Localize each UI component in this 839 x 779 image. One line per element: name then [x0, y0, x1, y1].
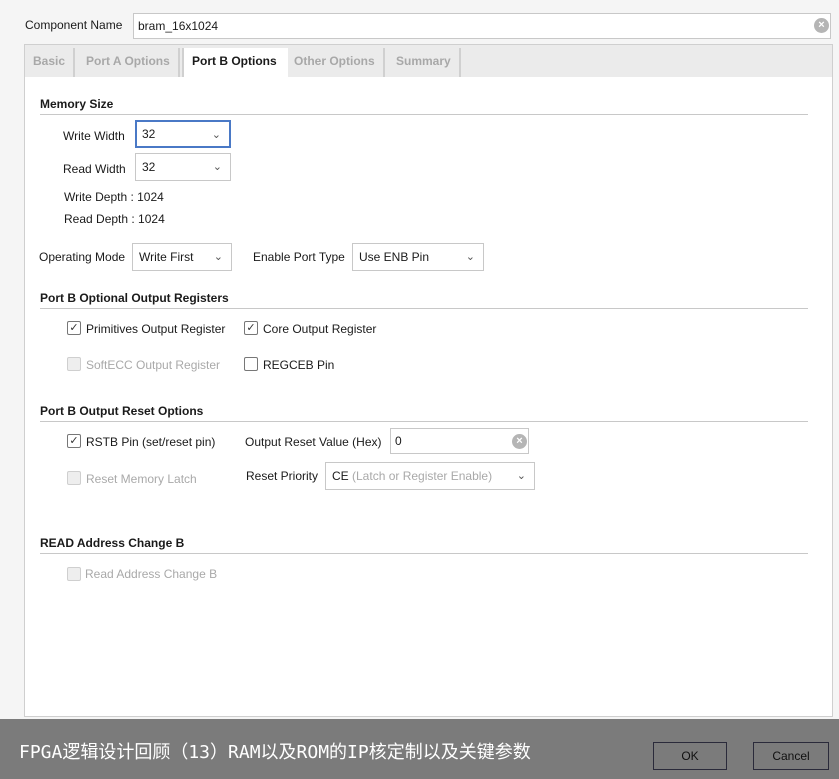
tab-summary[interactable]: Summary — [388, 48, 461, 77]
options-panel: Basic Port A Options Port B Options Othe… — [24, 44, 833, 717]
regceb-pin-label: REGCEB Pin — [263, 358, 335, 372]
tab-bar: Basic Port A Options Port B Options Othe… — [25, 45, 832, 77]
section-reset-options: Port B Output Reset Options — [40, 404, 808, 422]
output-reset-value: 0 — [395, 434, 402, 448]
chevron-down-icon: ⌄ — [465, 251, 475, 263]
section-read-address-change: READ Address Change B — [40, 536, 808, 554]
primitives-output-register-checkbox[interactable]: ✓ — [67, 321, 81, 335]
reset-priority-value: CE — [332, 469, 349, 483]
reset-priority-select[interactable]: CE (Latch or Register Enable) ⌄ — [325, 462, 535, 490]
reset-memory-latch-label: Reset Memory Latch — [86, 472, 197, 486]
core-output-register-checkbox[interactable]: ✓ — [244, 321, 258, 335]
read-width-select[interactable]: 32 ⌄ — [135, 153, 231, 181]
section-memory-size: Memory Size — [40, 97, 808, 115]
chevron-down-icon: ⌄ — [516, 470, 526, 482]
operating-mode-value: Write First — [139, 250, 194, 264]
component-name-value: bram_16x1024 — [138, 19, 219, 33]
cancel-button[interactable]: Cancel — [753, 742, 829, 770]
enable-port-type-select[interactable]: Use ENB Pin ⌄ — [352, 243, 484, 271]
reset-priority-label: Reset Priority — [246, 469, 319, 483]
chevron-down-icon: ⌄ — [211, 129, 221, 141]
softecc-output-register-label: SoftECC Output Register — [86, 358, 221, 372]
core-output-register-label: Core Output Register — [263, 322, 377, 336]
clear-icon[interactable]: × — [512, 434, 527, 449]
enable-port-type-label: Enable Port Type — [253, 250, 345, 264]
clear-icon[interactable]: × — [814, 18, 829, 33]
read-depth: Read Depth : 1024 — [64, 212, 165, 226]
read-address-change-label: Read Address Change B — [85, 567, 218, 581]
enable-port-type-value: Use ENB Pin — [359, 250, 430, 264]
read-address-change-checkbox[interactable] — [67, 567, 81, 581]
write-depth: Write Depth : 1024 — [64, 190, 164, 204]
chevron-down-icon: ⌄ — [212, 161, 222, 173]
softecc-output-register-checkbox[interactable] — [67, 357, 81, 371]
component-name-input[interactable]: bram_16x1024 — [133, 13, 831, 39]
reset-priority-hint: (Latch or Register Enable) — [352, 469, 493, 483]
component-name-label: Component Name — [25, 18, 123, 32]
ok-button[interactable]: OK — [653, 742, 727, 770]
rstb-pin-checkbox[interactable]: ✓ — [67, 434, 81, 448]
caption-text: FPGA逻辑设计回顾（13）RAM以及ROM的IP核定制以及关键参数 — [19, 742, 531, 763]
caption-overlay: FPGA逻辑设计回顾（13）RAM以及ROM的IP核定制以及关键参数 OK Ca… — [0, 719, 839, 779]
chevron-down-icon: ⌄ — [213, 251, 223, 263]
read-width-value: 32 — [142, 160, 156, 174]
output-reset-value-label: Output Reset Value (Hex) — [245, 435, 382, 449]
section-output-registers: Port B Optional Output Registers — [40, 291, 808, 309]
tab-other-options[interactable]: Other Options — [286, 48, 385, 77]
tab-port-a-options[interactable]: Port A Options — [78, 48, 180, 77]
reset-memory-latch-checkbox[interactable] — [67, 471, 81, 485]
write-width-select[interactable]: 32 ⌄ — [135, 120, 231, 148]
read-width-label: Read Width — [63, 162, 126, 176]
write-width-label: Write Width — [63, 129, 125, 143]
output-reset-value-input[interactable]: 0 — [390, 428, 529, 454]
tab-port-b-options[interactable]: Port B Options — [182, 48, 288, 77]
tab-basic[interactable]: Basic — [25, 48, 76, 77]
write-width-value: 32 — [142, 127, 156, 141]
operating-mode-select[interactable]: Write First ⌄ — [132, 243, 232, 271]
primitives-output-register-label: Primitives Output Register — [86, 322, 226, 336]
operating-mode-label: Operating Mode — [39, 250, 126, 264]
regceb-pin-checkbox[interactable] — [244, 357, 258, 371]
rstb-pin-label: RSTB Pin (set/reset pin) — [86, 435, 216, 449]
